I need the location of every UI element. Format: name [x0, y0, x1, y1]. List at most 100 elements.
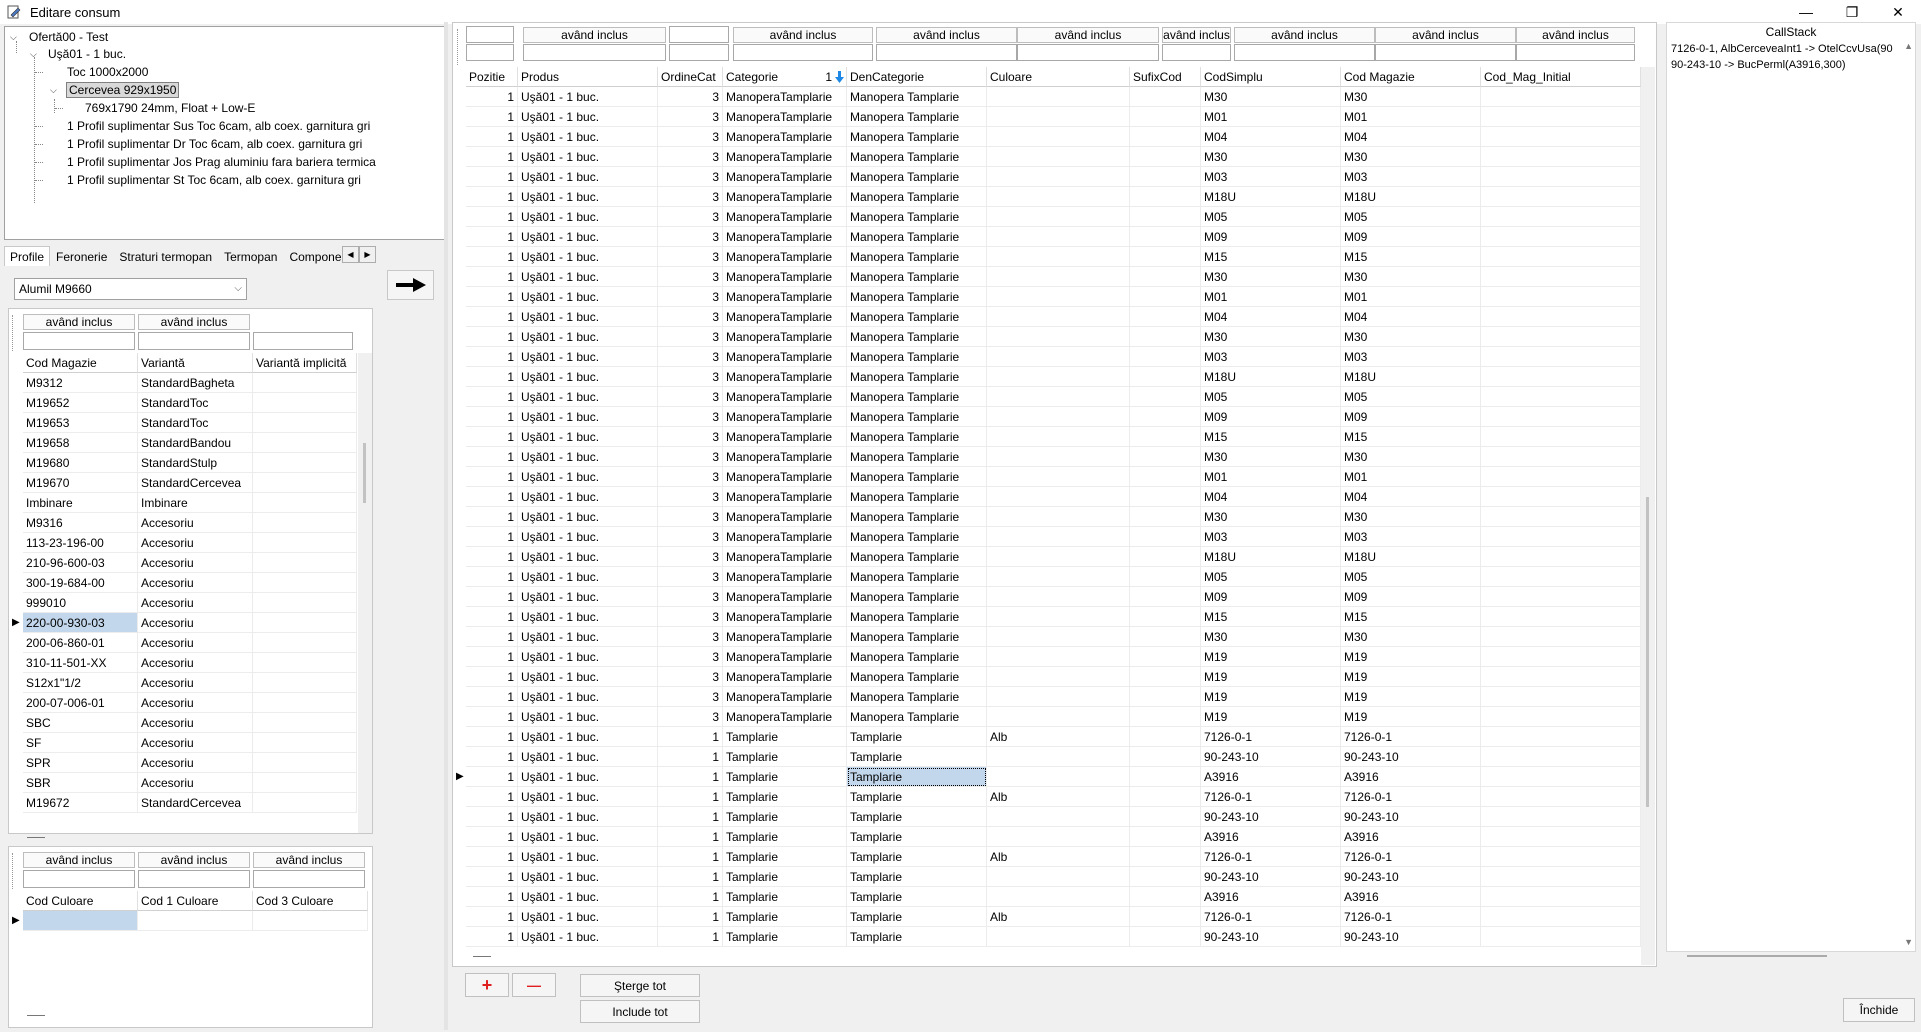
column-header[interactable]: Produs	[518, 67, 658, 87]
table-cell[interactable]: A3916	[1341, 767, 1481, 787]
table-cell[interactable]	[987, 487, 1130, 507]
table-cell[interactable]: M19670	[23, 473, 138, 493]
table-cell[interactable]	[987, 767, 1130, 787]
table-cell[interactable]	[1481, 567, 1641, 587]
table-cell[interactable]	[1481, 487, 1641, 507]
filter-input[interactable]	[1516, 44, 1635, 61]
table-cell[interactable]: 90-243-10	[1201, 867, 1341, 887]
table-cell[interactable]: 7126-0-1	[1341, 907, 1481, 927]
table-cell[interactable]: M15	[1341, 607, 1481, 627]
vertical-splitter[interactable]	[444, 22, 448, 1030]
table-cell[interactable]: M03	[1201, 527, 1341, 547]
table-cell[interactable]: M01	[1201, 287, 1341, 307]
table-cell[interactable]: 1	[466, 447, 518, 467]
table-cell[interactable]: 3	[658, 387, 723, 407]
filter-input[interactable]	[1234, 44, 1375, 61]
table-cell[interactable]: 1	[466, 907, 518, 927]
table-cell[interactable]: 1	[466, 427, 518, 447]
table-cell[interactable]: M09	[1341, 227, 1481, 247]
table-cell[interactable]: M30	[1201, 627, 1341, 647]
table-cell[interactable]: M01	[1201, 467, 1341, 487]
table-cell[interactable]	[987, 447, 1130, 467]
table-cell[interactable]	[1130, 647, 1201, 667]
table-cell[interactable]: Tamplarie	[847, 747, 987, 767]
table-cell[interactable]	[1481, 647, 1641, 667]
filter-button[interactable]: având inclus	[733, 27, 873, 43]
filter-input[interactable]	[733, 44, 873, 61]
table-cell[interactable]: ManoperaTamplarie	[723, 367, 847, 387]
table-cell[interactable]	[253, 513, 357, 533]
table-cell[interactable]	[1481, 467, 1641, 487]
table-cell[interactable]	[1481, 227, 1641, 247]
filter-input[interactable]	[253, 870, 365, 888]
table-cell[interactable]: ManoperaTamplarie	[723, 707, 847, 727]
table-cell[interactable]	[987, 607, 1130, 627]
table-cell[interactable]: 1	[466, 467, 518, 487]
column-header[interactable]: SufixCod	[1130, 67, 1201, 87]
table-cell[interactable]: 1	[466, 807, 518, 827]
table-cell[interactable]: Tamplarie	[847, 867, 987, 887]
table-cell[interactable]: 310-11-501-XX	[23, 653, 138, 673]
table-cell[interactable]: 1	[658, 847, 723, 867]
table-cell[interactable]: M30	[1201, 267, 1341, 287]
table-cell[interactable]: Tamplarie	[723, 827, 847, 847]
table-cell[interactable]: M03	[1201, 347, 1341, 367]
table-cell[interactable]	[1130, 347, 1201, 367]
table-cell[interactable]: Uşă01 - 1 buc.	[518, 167, 658, 187]
table-cell[interactable]	[1481, 767, 1641, 787]
table-cell[interactable]: 90-243-10	[1201, 747, 1341, 767]
table-cell[interactable]: ManoperaTamplarie	[723, 527, 847, 547]
table-cell[interactable]: Accesoriu	[138, 753, 253, 773]
table-cell[interactable]: 7126-0-1	[1201, 847, 1341, 867]
table-cell[interactable]: ManoperaTamplarie	[723, 207, 847, 227]
table-cell[interactable]: 1	[466, 487, 518, 507]
table-cell[interactable]: Tamplarie	[723, 887, 847, 907]
table-cell[interactable]	[1130, 167, 1201, 187]
table-cell[interactable]: 3	[658, 307, 723, 327]
table-cell[interactable]	[1130, 827, 1201, 847]
table-cell[interactable]: 999010	[23, 593, 138, 613]
table-cell[interactable]	[1481, 807, 1641, 827]
table-cell[interactable]: Uşă01 - 1 buc.	[518, 107, 658, 127]
filter-button[interactable]: având inclus	[1162, 27, 1231, 43]
table-cell[interactable]: 3	[658, 487, 723, 507]
table-cell[interactable]	[1130, 287, 1201, 307]
table-cell[interactable]	[1481, 747, 1641, 767]
table-cell[interactable]: Accesoriu	[138, 573, 253, 593]
table-cell[interactable]	[987, 107, 1130, 127]
table-cell[interactable]	[1481, 247, 1641, 267]
table-cell[interactable]: Imbinare	[23, 493, 138, 513]
column-header[interactable]: CodSimplu	[1201, 67, 1341, 87]
table-cell[interactable]: StandardBandou	[138, 433, 253, 453]
table-cell[interactable]	[987, 567, 1130, 587]
table-cell[interactable]: Alb	[987, 727, 1130, 747]
table-cell[interactable]	[1130, 107, 1201, 127]
tab-scroll-right-icon[interactable]: ▶	[359, 246, 376, 263]
table-cell[interactable]	[987, 187, 1130, 207]
filter-button[interactable]: având inclus	[1516, 27, 1635, 43]
table-cell[interactable]: 3	[658, 667, 723, 687]
table-cell[interactable]: Manopera Tamplarie	[847, 447, 987, 467]
table-cell[interactable]: M30	[1201, 447, 1341, 467]
table-cell[interactable]	[987, 347, 1130, 367]
table-cell[interactable]: 3	[658, 627, 723, 647]
table-cell[interactable]: Accesoriu	[138, 613, 253, 633]
tree-node-profile[interactable]: 1 Profil suplimentar Jos Prag aluminiu f…	[67, 154, 376, 170]
table-cell[interactable]: ManoperaTamplarie	[723, 467, 847, 487]
table-cell[interactable]	[1130, 727, 1201, 747]
profiles-scrollbar[interactable]	[358, 353, 372, 833]
table-cell[interactable]: Manopera Tamplarie	[847, 87, 987, 107]
table-cell[interactable]: 3	[658, 707, 723, 727]
tree-node-cercevea[interactable]: Cercevea 929x1950	[66, 82, 180, 98]
table-cell[interactable]: S12x1"1/2	[23, 673, 138, 693]
table-cell[interactable]: M19652	[23, 393, 138, 413]
filter-input[interactable]	[1375, 44, 1516, 61]
table-cell[interactable]: M04	[1341, 487, 1481, 507]
filter-input[interactable]	[23, 870, 135, 888]
table-cell[interactable]: Manopera Tamplarie	[847, 247, 987, 267]
table-cell[interactable]	[987, 887, 1130, 907]
maximize-button[interactable]: ❐	[1829, 0, 1875, 24]
table-cell[interactable]	[1481, 587, 1641, 607]
table-cell[interactable]	[1130, 527, 1201, 547]
table-cell[interactable]: Manopera Tamplarie	[847, 687, 987, 707]
